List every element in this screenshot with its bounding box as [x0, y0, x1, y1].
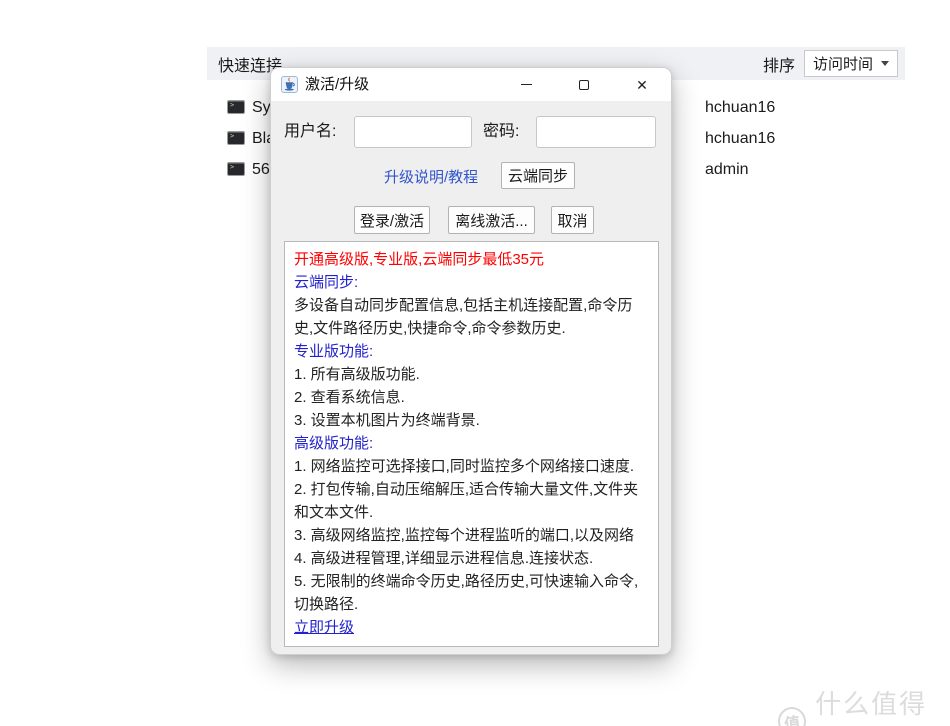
activation-upgrade-dialog: 激活/升级 用户名: 密码: 升级说明/教程 云端同步 登录/激活 离线激活..…: [270, 67, 672, 655]
java-icon: [281, 76, 298, 93]
login-activate-button[interactable]: 登录/激活: [354, 206, 430, 234]
promo-line: 3. 设置本机图片为终端背景.: [294, 412, 480, 429]
connection-user: hchuan16: [705, 130, 776, 147]
username-field[interactable]: [354, 116, 472, 148]
promo-line: 1. 所有高级版功能.: [294, 366, 420, 383]
promo-text-pane[interactable]: 开通高级版,专业版,云端同步最低35元 云端同步: 多设备自动同步配置信息,包括…: [284, 241, 659, 647]
close-button[interactable]: [613, 68, 671, 101]
promo-line: 2. 打包传输,自动压缩解压,适合传输大量文件,文件夹和文本文件.: [294, 481, 639, 521]
connection-user: hchuan16: [705, 99, 776, 116]
page: 快速连接 排序 访问时间 > Sy hchuan16 > Bla hchuan1…: [0, 0, 950, 726]
connection-user: admin: [705, 161, 749, 178]
promo-line: 高级版功能:: [294, 435, 374, 452]
promo-line: 5. 无限制的终端命令历史,路径历史,可快速输入命令,切换路径.: [294, 573, 639, 613]
maximize-icon: [579, 79, 589, 90]
sort-dropdown-value: 访问时间: [812, 56, 873, 73]
chevron-down-icon: [881, 61, 889, 66]
cloud-sync-button[interactable]: 云端同步: [501, 162, 575, 189]
promo-line: 专业版功能:: [294, 343, 374, 360]
minimize-icon: [520, 83, 532, 86]
terminal-icon: >: [227, 100, 245, 114]
dialog-title-bar[interactable]: 激活/升级: [271, 68, 671, 101]
offline-activate-button[interactable]: 离线激活...: [448, 206, 535, 234]
upgrade-now-link[interactable]: 立即升级: [294, 616, 354, 639]
promo-line: 1. 网络监控可选择接口,同时监控多个网络接口速度.: [294, 458, 635, 475]
connection-name: 56: [252, 161, 270, 178]
promo-line: 2. 查看系统信息.: [294, 389, 405, 406]
window-controls: [497, 68, 671, 101]
terminal-icon: >: [227, 131, 245, 145]
password-field[interactable]: [536, 116, 656, 148]
promo-line: 多设备自动同步配置信息,包括主机连接配置,命令历史,文件路径历史,快捷命令,命令…: [294, 297, 633, 337]
watermark-badge-icon: 值: [776, 704, 808, 726]
username-label: 用户名:: [284, 123, 337, 140]
promo-line: 云端同步:: [294, 274, 359, 291]
close-icon: [636, 78, 648, 92]
password-label: 密码:: [483, 123, 520, 140]
watermark-text: 什么值得买: [815, 689, 928, 719]
sort-controls: 排序 访问时间: [763, 50, 898, 77]
minimize-button[interactable]: [497, 68, 555, 101]
promo-line: 3. 高级网络监控,监控每个进程监听的端口,以及网络: [294, 527, 635, 544]
maximize-button[interactable]: [555, 68, 613, 101]
connection-name: Sy: [252, 99, 271, 116]
promo-line: 4. 高级进程管理,详细显示进程信息.连接状态.: [294, 550, 594, 567]
upgrade-guide-link[interactable]: 升级说明/教程: [384, 167, 478, 189]
promo-line: 开通高级版,专业版,云端同步最低35元: [294, 251, 545, 268]
sort-dropdown[interactable]: 访问时间: [803, 50, 898, 77]
terminal-icon: >: [227, 162, 245, 176]
watermark: 值 什么值得买: [776, 684, 950, 726]
dialog-title: 激活/升级: [305, 76, 370, 93]
cancel-button[interactable]: 取消: [551, 206, 594, 234]
sort-label: 排序: [762, 57, 795, 75]
